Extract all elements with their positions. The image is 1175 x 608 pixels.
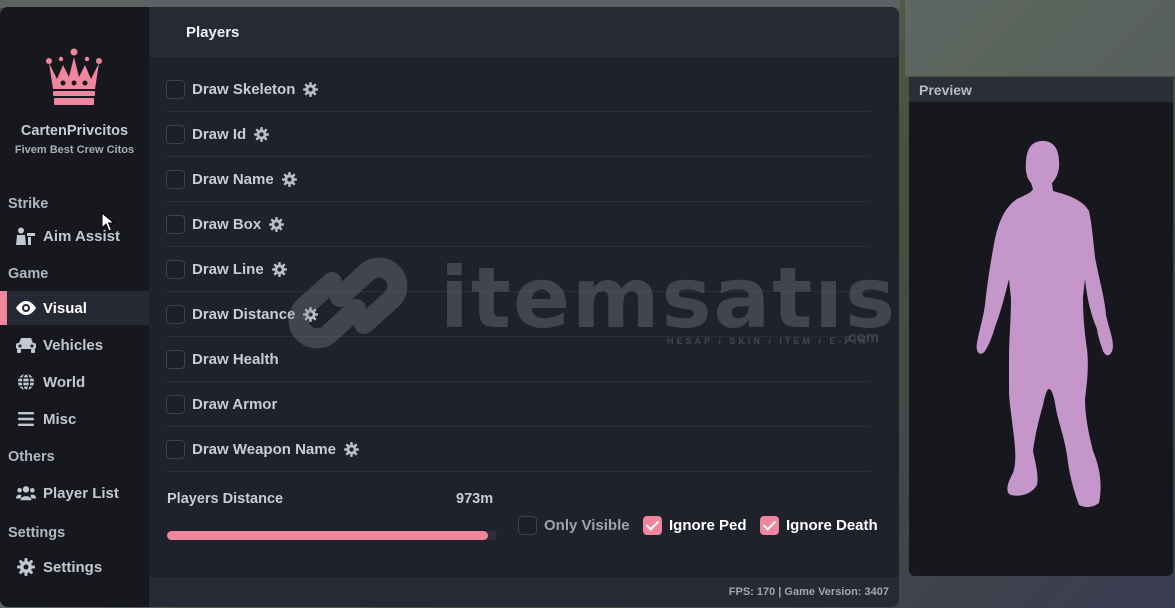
sidebar-item-label: Misc bbox=[43, 410, 77, 428]
only-visible-toggle[interactable]: Only Visible bbox=[518, 516, 630, 535]
option-label: Draw Health bbox=[192, 350, 279, 368]
sidebar-item-player-list[interactable]: Player List bbox=[0, 476, 149, 510]
ignore-death-label: Ignore Death bbox=[786, 517, 878, 534]
option-checkbox[interactable] bbox=[166, 124, 185, 144]
option-checkbox[interactable] bbox=[166, 304, 185, 324]
crown-icon bbox=[46, 48, 102, 105]
status-bar: FPS: 170 | Game Version: 3407 bbox=[149, 577, 899, 607]
distance-slider-fill bbox=[167, 531, 489, 540]
sidebar-item-visual[interactable]: Visual bbox=[0, 291, 149, 325]
option-label: Draw Skeleton bbox=[192, 80, 296, 98]
settings-gear-icon[interactable] bbox=[303, 81, 319, 97]
distance-slider[interactable] bbox=[167, 531, 497, 540]
main-header: Players bbox=[149, 7, 899, 57]
settings-gear-icon[interactable] bbox=[269, 216, 285, 232]
player-model-silhouette bbox=[976, 140, 1113, 507]
option-label: Draw Armor bbox=[192, 395, 278, 413]
gear-icon bbox=[16, 557, 36, 577]
globe-icon bbox=[16, 372, 36, 392]
option-row[interactable]: Draw Skeleton bbox=[166, 67, 871, 112]
sidebar-item-vehicles[interactable]: Vehicles bbox=[0, 328, 149, 362]
option-row[interactable]: Draw Health bbox=[166, 337, 871, 382]
option-label: Draw Name bbox=[192, 170, 274, 188]
ignore-death-toggle[interactable]: Ignore Death bbox=[760, 516, 878, 535]
option-row[interactable]: Draw Line bbox=[166, 247, 871, 292]
option-label: Draw Line bbox=[192, 260, 264, 278]
option-checkbox[interactable] bbox=[166, 259, 185, 279]
option-checkbox[interactable] bbox=[166, 79, 185, 99]
game-background-building bbox=[905, 0, 1175, 76]
page-title: Players bbox=[186, 24, 240, 41]
mouse-cursor-icon bbox=[101, 212, 115, 232]
option-row[interactable]: Draw Id bbox=[166, 112, 871, 157]
ignore-ped-checkbox[interactable] bbox=[643, 516, 662, 535]
ignore-death-checkbox[interactable] bbox=[760, 516, 779, 535]
preview-title: Preview bbox=[909, 77, 1173, 102]
option-row[interactable]: Draw Box bbox=[166, 202, 871, 247]
sidebar-item-world[interactable]: World bbox=[0, 365, 149, 399]
users-icon bbox=[16, 483, 36, 503]
distance-value: 973m bbox=[456, 491, 494, 507]
option-row[interactable]: Draw Armor bbox=[166, 382, 871, 427]
sidebar-item-label: Player List bbox=[43, 484, 119, 502]
sidebar-item-label: Settings bbox=[43, 558, 103, 576]
menu-icon bbox=[16, 409, 36, 429]
status-text: FPS: 170 | Game Version: 3407 bbox=[728, 586, 889, 598]
sidebar-item-label: Vehicles bbox=[43, 336, 104, 354]
main-panel: Players Draw Skeleton Draw Id Draw Name Dra… bbox=[149, 7, 899, 607]
settings-gear-icon[interactable] bbox=[303, 306, 319, 322]
settings-gear-icon[interactable] bbox=[281, 171, 297, 187]
section-label-others: Others bbox=[8, 449, 55, 465]
settings-gear-icon[interactable] bbox=[254, 126, 270, 142]
sidebar-item-label: World bbox=[43, 373, 86, 391]
ignore-ped-label: Ignore Ped bbox=[669, 517, 747, 534]
option-label: Draw Box bbox=[192, 215, 262, 233]
sidebar-item-settings[interactable]: Settings bbox=[0, 550, 149, 584]
option-label: Draw Id bbox=[192, 125, 247, 143]
option-row[interactable]: Draw Weapon Name bbox=[166, 427, 871, 472]
settings-gear-icon[interactable] bbox=[271, 261, 287, 277]
option-label: Draw Distance bbox=[192, 305, 296, 323]
section-label-game: Game bbox=[8, 266, 49, 282]
option-checkbox[interactable] bbox=[166, 394, 185, 414]
aim-assist-icon bbox=[16, 226, 36, 246]
only-visible-checkbox[interactable] bbox=[518, 516, 537, 535]
section-label-settings: Settings bbox=[8, 525, 66, 541]
option-row[interactable]: Draw Name bbox=[166, 157, 871, 202]
sidebar-item-label: Visual bbox=[43, 299, 87, 317]
option-checkbox[interactable] bbox=[166, 214, 185, 234]
sidebar-item-misc[interactable]: Misc bbox=[0, 402, 149, 436]
option-checkbox[interactable] bbox=[166, 349, 185, 369]
option-checkbox[interactable] bbox=[166, 439, 185, 459]
brand-name: CartenPrivcitos bbox=[20, 123, 129, 139]
option-label: Draw Weapon Name bbox=[192, 440, 336, 458]
cheat-menu-window: CartenPrivcitos Fivem Best Crew Citos St… bbox=[0, 7, 899, 607]
settings-gear-icon[interactable] bbox=[343, 441, 359, 457]
option-row[interactable]: Draw Distance bbox=[166, 292, 871, 337]
distance-label: Players Distance bbox=[167, 491, 284, 507]
ignore-ped-toggle[interactable]: Ignore Ped bbox=[643, 516, 747, 535]
car-icon bbox=[16, 335, 36, 355]
sidebar-item-aim-assist[interactable]: Aim Assist bbox=[0, 219, 149, 253]
eye-icon bbox=[16, 298, 36, 318]
section-label-strike: Strike bbox=[8, 196, 49, 212]
only-visible-label: Only Visible bbox=[544, 517, 630, 534]
brand-tagline: Fivem Best Crew Citos bbox=[14, 144, 135, 156]
sidebar: CartenPrivcitos Fivem Best Crew Citos St… bbox=[0, 7, 149, 607]
preview-panel: Preview bbox=[909, 77, 1173, 576]
option-checkbox[interactable] bbox=[166, 169, 185, 189]
